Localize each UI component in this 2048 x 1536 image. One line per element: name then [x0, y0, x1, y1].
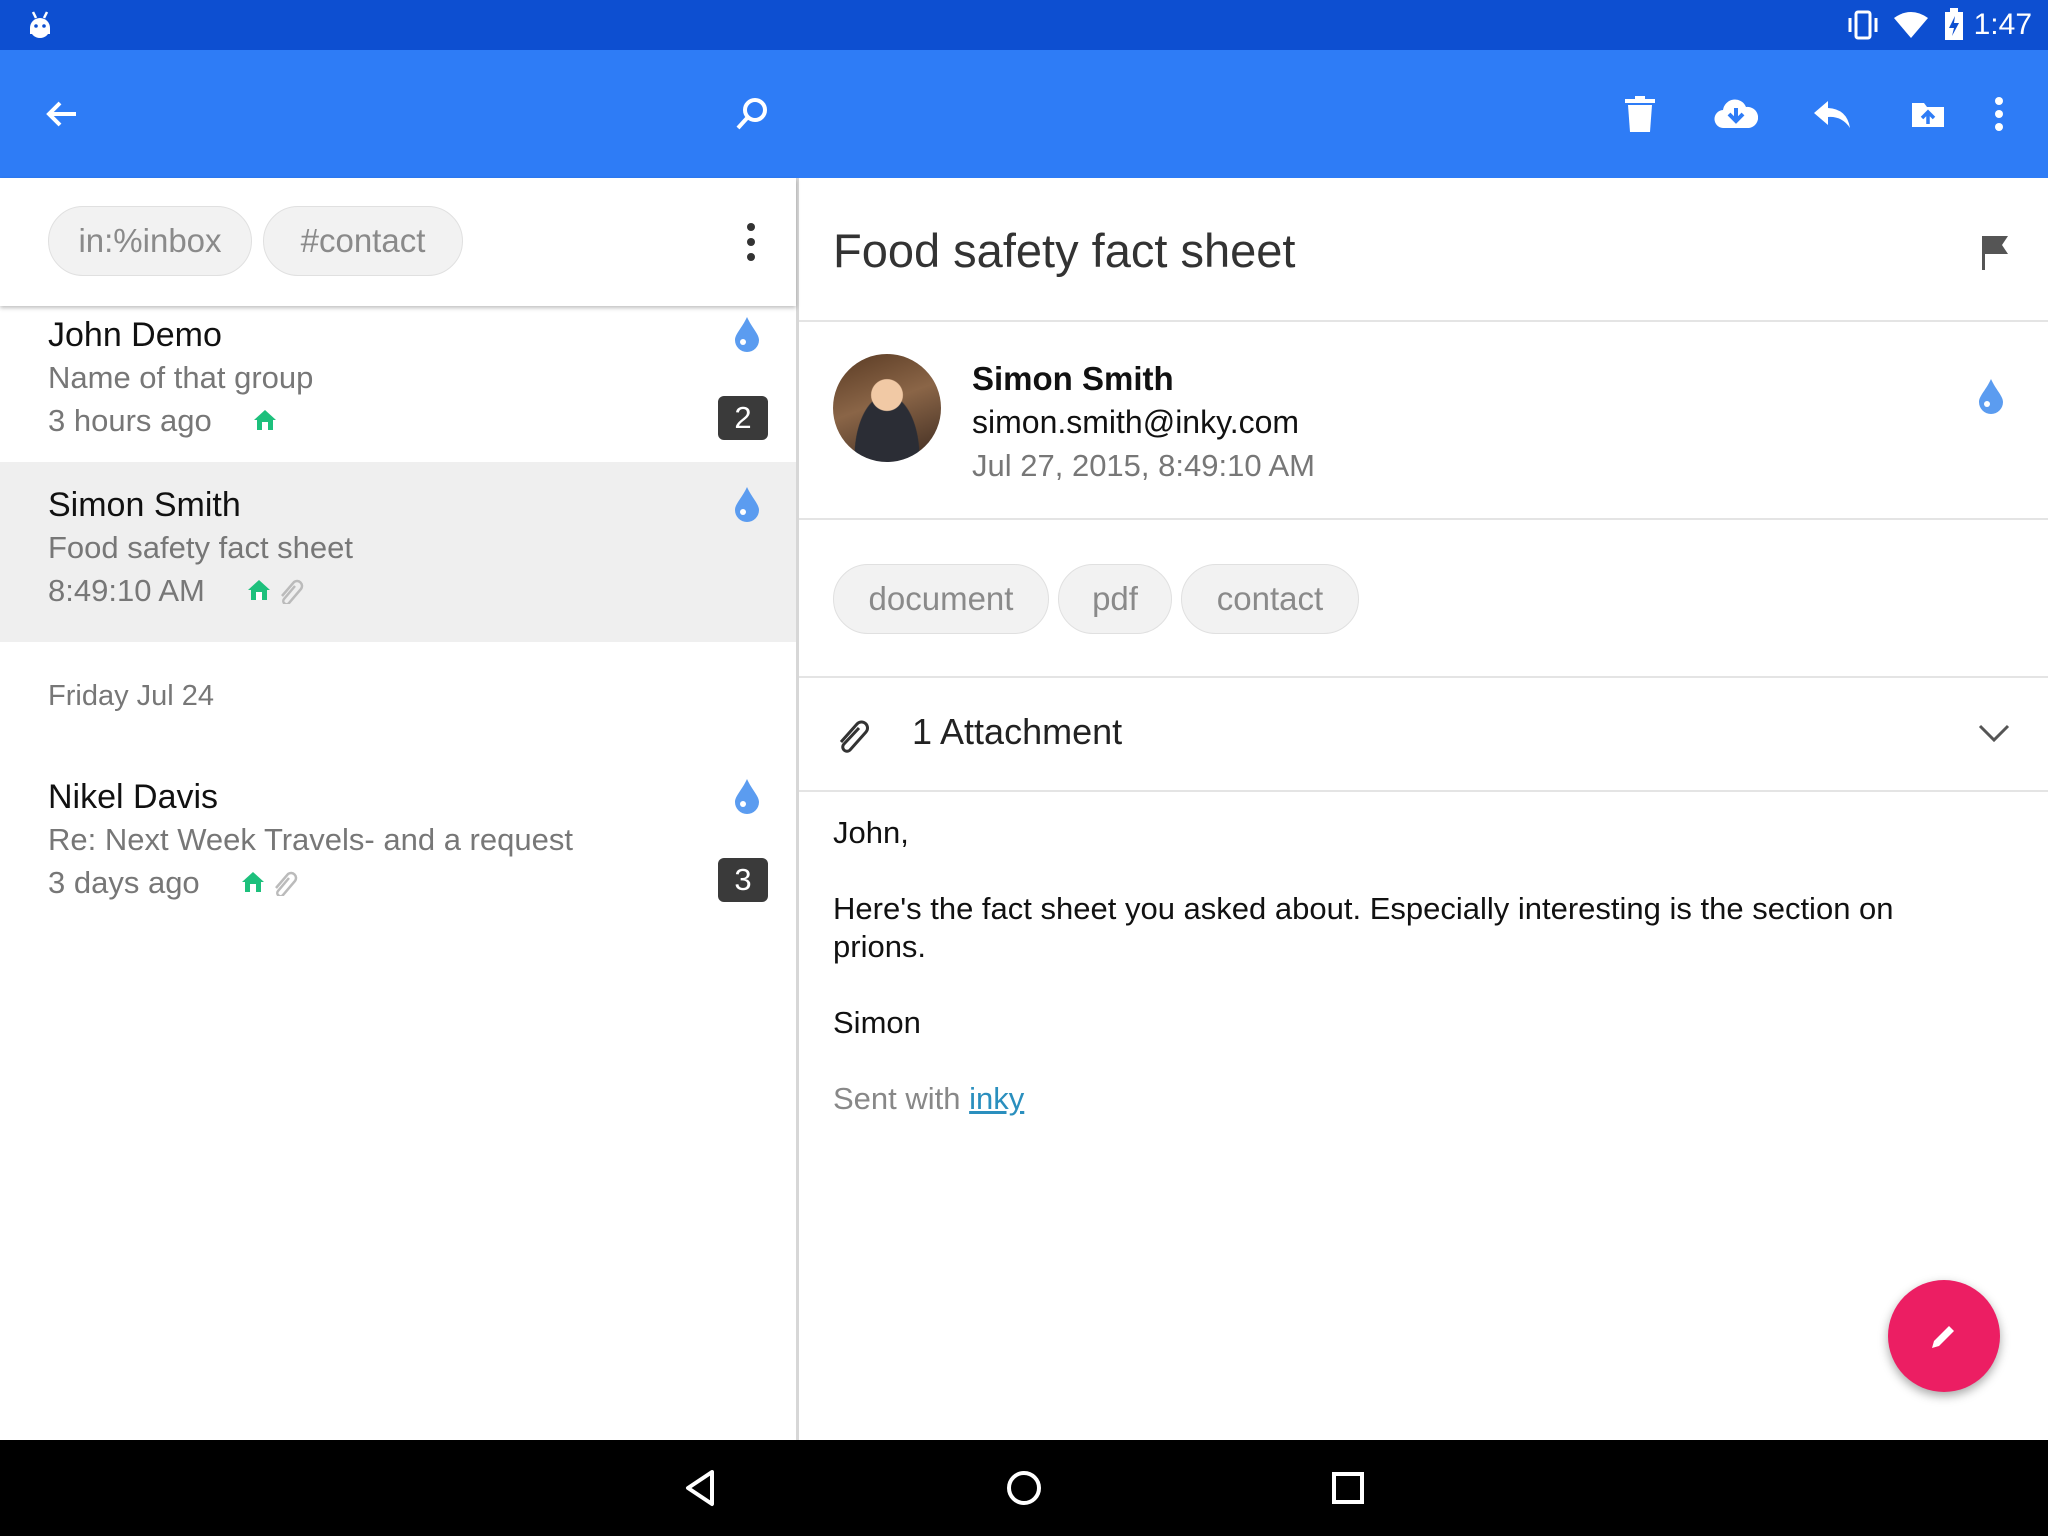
flag-icon[interactable] [1976, 232, 2016, 272]
attachment-count-label: 1 Attachment [912, 711, 1123, 752]
navigation-bar [0, 1440, 2048, 1536]
avatar[interactable] [833, 354, 941, 462]
importance-drop-icon [735, 317, 759, 352]
importance-drop-icon [735, 779, 759, 814]
message-body: John, Here's the fact sheet you asked ab… [833, 814, 1993, 1156]
message-subject: Name of that group [48, 360, 314, 395]
message-item[interactable]: Nikel Davis Re: Next Week Travels- and a… [0, 768, 796, 948]
importance-drop-icon[interactable] [1976, 378, 2006, 414]
tag-chip[interactable]: pdf [1058, 564, 1172, 634]
message-time: 3 days ago [48, 865, 200, 900]
message-sender: Nikel Davis [48, 778, 219, 816]
filter-more-icon[interactable] [736, 218, 766, 266]
message-subject: Food safety fact sheet [48, 530, 354, 565]
attachments-row[interactable]: 1 Attachment [799, 678, 2048, 790]
message-item[interactable]: John Demo Name of that group 3 hours ago… [0, 308, 796, 488]
message-date: Jul 27, 2015, 8:49:10 AM [972, 448, 1315, 483]
inky-link[interactable]: inky [969, 1081, 1024, 1116]
home-icon [248, 580, 270, 600]
message-sender: Simon Smith [48, 486, 241, 524]
paperclip-icon [839, 720, 869, 753]
message-detail-pane: Food safety fact sheet Simon Smith simon… [799, 178, 2048, 1440]
divider [799, 790, 2048, 792]
message-time: 8:49:10 AM [48, 573, 205, 608]
attachment-icon [275, 871, 298, 896]
filter-chip[interactable]: in:%inbox [48, 206, 252, 276]
search-icon[interactable] [720, 82, 784, 146]
message-meta-icons [240, 867, 300, 897]
divider [799, 518, 2048, 520]
sent-with-line: Sent with inky [833, 1080, 1993, 1118]
date-header: Friday Jul 24 [48, 680, 215, 712]
home-icon [242, 872, 264, 892]
reply-icon[interactable] [1800, 82, 1864, 146]
download-icon[interactable] [1704, 82, 1768, 146]
message-title: Food safety fact sheet [833, 224, 1296, 277]
pencil-icon [1932, 1326, 1954, 1348]
message-list-pane: in:%inbox #contact John Demo Name of tha… [0, 178, 796, 1440]
wifi-icon [1894, 12, 1928, 38]
app-bar [0, 50, 2048, 178]
thread-count-badge: 2 [718, 396, 768, 440]
message-meta-icons [246, 575, 306, 605]
divider [799, 320, 2048, 322]
tag-chip[interactable]: contact [1181, 564, 1359, 634]
android-debug-icon [30, 11, 50, 38]
sender-name: Simon Smith [972, 360, 1174, 397]
nav-recents-icon[interactable] [1316, 1456, 1380, 1520]
filter-chip[interactable]: #contact [263, 206, 463, 276]
status-bar: 1:47 [0, 0, 2048, 50]
nav-home-icon[interactable] [992, 1456, 1056, 1520]
sender-email[interactable]: simon.smith@inky.com [972, 404, 1299, 441]
back-arrow-icon[interactable] [30, 82, 94, 146]
more-vert-icon[interactable] [1967, 82, 2031, 146]
compose-button[interactable] [1888, 1280, 2000, 1392]
home-icon [254, 410, 276, 430]
filter-bar: in:%inbox #contact [0, 178, 796, 306]
trash-icon[interactable] [1608, 82, 1672, 146]
body-greeting: John, [833, 815, 909, 850]
message-meta-icons [252, 405, 278, 435]
body-signoff: Simon [833, 1005, 921, 1040]
body-paragraph: Here's the fact sheet you asked about. E… [833, 891, 1894, 964]
message-subject: Re: Next Week Travels- and a request [48, 822, 573, 857]
chevron-down-icon[interactable] [1977, 722, 2011, 744]
move-folder-icon[interactable] [1896, 82, 1960, 146]
tag-chip[interactable]: document [833, 564, 1049, 634]
vibrate-icon [1848, 10, 1878, 40]
importance-drop-icon [735, 487, 759, 522]
sent-with-prefix: Sent with [833, 1081, 970, 1116]
thread-count-badge: 3 [718, 858, 768, 902]
nav-back-icon[interactable] [668, 1456, 732, 1520]
message-item[interactable]: Simon Smith Food safety fact sheet 8:49:… [0, 462, 796, 642]
status-time: 1:47 [1973, 8, 2032, 41]
message-time: 3 hours ago [48, 403, 212, 438]
battery-charging-icon [1945, 8, 1963, 40]
attachment-icon [281, 579, 304, 604]
message-sender: John Demo [48, 316, 222, 354]
